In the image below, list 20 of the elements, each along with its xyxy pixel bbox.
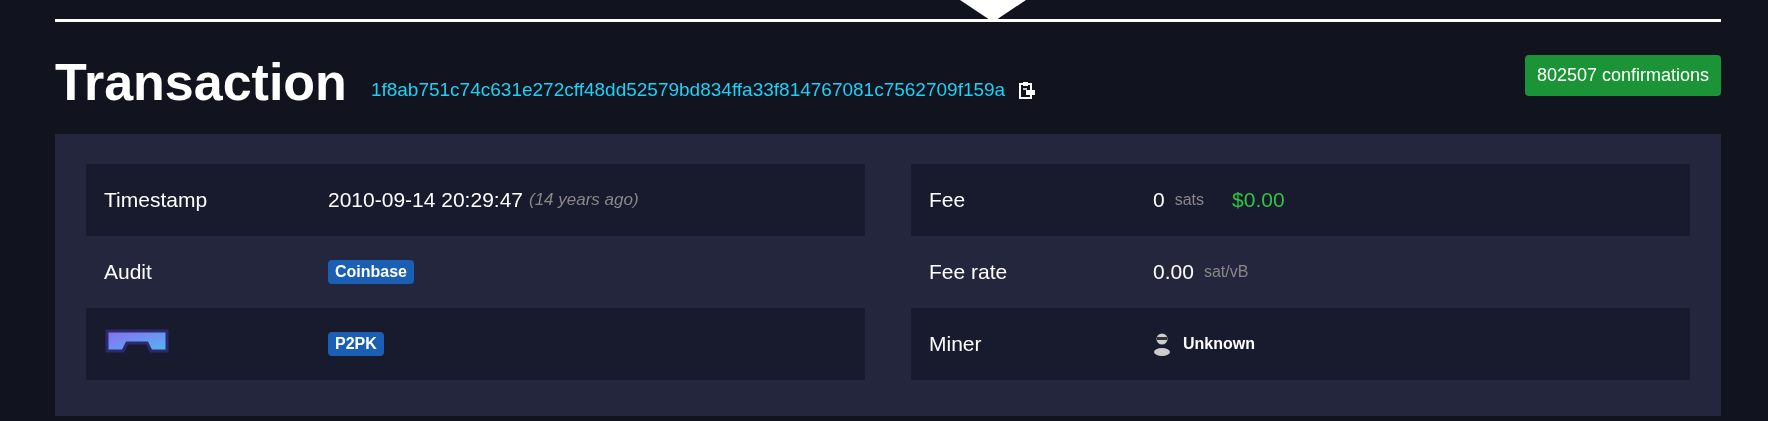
amount-value: 0 <box>1153 188 1165 212</box>
relative-time: (14 years ago) <box>529 190 639 210</box>
row-label: Fee rate <box>929 260 1008 284</box>
person-icon <box>1153 332 1171 356</box>
unit-label: sat/vB <box>1203 263 1249 281</box>
unit-label: sats <box>1174 191 1205 209</box>
fiat-value: $0.00 <box>1232 188 1285 212</box>
page-title: Transaction <box>55 52 347 112</box>
clipboard-icon[interactable] <box>1019 81 1036 99</box>
timestamp-value: 2010-09-14 20:29:47 <box>328 188 523 212</box>
type-tag: Coinbase <box>328 260 414 284</box>
row-label: Fee <box>929 188 966 212</box>
row-label: Timestamp <box>104 188 208 212</box>
type-tag: P2PK <box>328 332 384 356</box>
row-label: Miner <box>929 332 982 356</box>
row-label: Audit <box>104 260 152 284</box>
transaction-id-link[interactable]: 1f8ab751c74c631e272cff48dd52579bd834ffa33f814767081c7562709f159a <box>370 79 1006 101</box>
amount-value: 0.00 <box>1153 260 1194 284</box>
confirmations-badge: 802507 confirmations <box>1524 54 1721 96</box>
miner-name[interactable]: Unknown <box>1183 335 1255 353</box>
